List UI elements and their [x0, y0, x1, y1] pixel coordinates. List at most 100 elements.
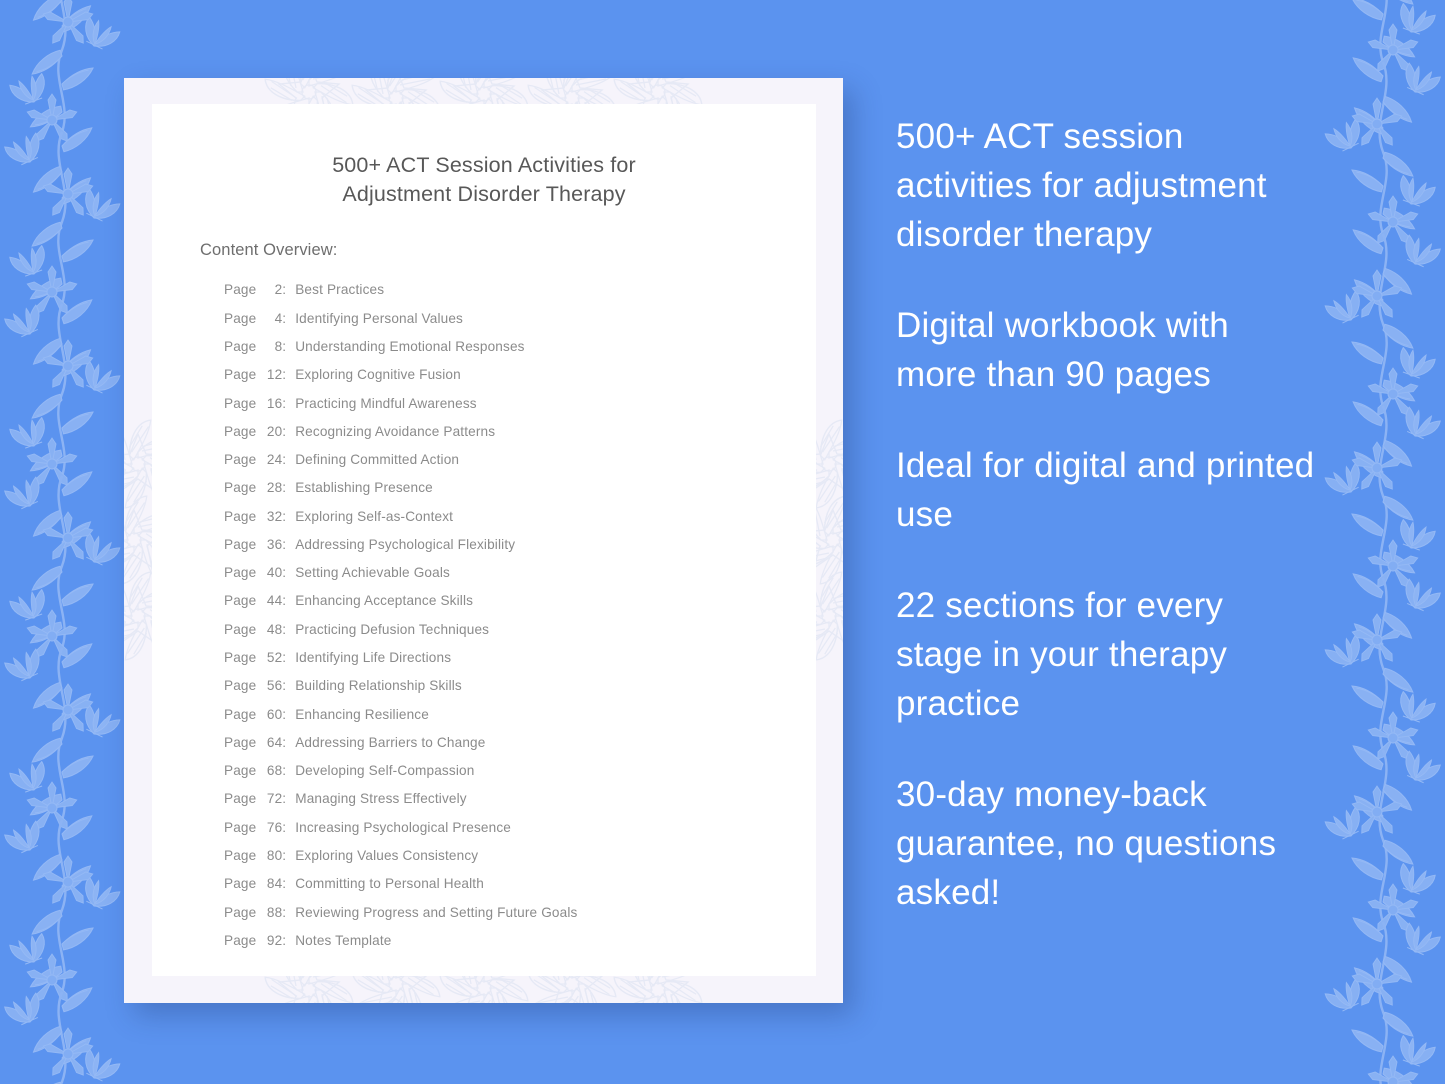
toc-page-number: 24 — [266, 452, 283, 468]
toc-page-word: Page — [224, 650, 261, 666]
toc-page-word: Page — [224, 678, 261, 694]
toc-page-number: 84 — [266, 876, 283, 892]
toc-colon: : — [282, 650, 287, 666]
toc-colon: : — [282, 536, 287, 552]
toc-section-title: Reviewing Progress and Setting Future Go… — [295, 904, 578, 920]
toc-section-title: Exploring Cognitive Fusion — [295, 367, 461, 383]
toc-page-word: Page — [224, 395, 261, 411]
table-of-contents-item: Page 36: Addressing Psychological Flexibi… — [224, 531, 816, 559]
toc-colon: : — [282, 734, 287, 750]
toc-colon: : — [282, 367, 287, 383]
toc-page-word: Page — [224, 480, 261, 496]
toc-page-number: 88 — [266, 904, 283, 920]
toc-page-word: Page — [224, 310, 261, 326]
table-of-contents-item: Page 48: Practicing Defusion Techniques — [224, 615, 816, 643]
toc-page-label: Page 28: — [224, 481, 295, 495]
toc-colon: : — [282, 593, 287, 609]
toc-page-number: 28 — [266, 480, 283, 496]
toc-page-label: Page 44: — [224, 594, 295, 608]
toc-page-number: 44 — [266, 593, 283, 609]
toc-colon: : — [282, 621, 287, 637]
toc-section-title: Managing Stress Effectively — [295, 791, 467, 807]
toc-page-word: Page — [224, 536, 261, 552]
toc-colon: : — [282, 848, 287, 863]
toc-page-label: Page 36: — [224, 538, 295, 552]
table-of-contents-item: Page 68: Developing Self-Compassion — [224, 757, 816, 785]
toc-colon: : — [282, 508, 287, 524]
marketing-bullet: Ideal for digital and printed use — [896, 446, 1315, 534]
toc-page-label: Page 52: — [224, 651, 295, 665]
toc-section-title: Practicing Defusion Techniques — [295, 621, 490, 637]
toc-page-label: Page 76: — [224, 819, 295, 835]
toc-page-word: Page — [224, 621, 261, 637]
toc-page-number: 4 — [274, 310, 283, 326]
toc-page-word: Page — [224, 791, 261, 807]
table-of-contents-item: Page 72: Managing Stress Effectively — [224, 785, 816, 813]
table-of-contents-item: Page 80: Exploring Values Consistency — [224, 842, 816, 870]
workbook-preview-card: 500+ ACT Session Activities for Adjustme… — [124, 78, 843, 1003]
workbook-page-sheet: 500+ ACT Session Activities for Adjustme… — [152, 104, 816, 976]
toc-page-label: Page 8: — [224, 340, 295, 354]
table-of-contents-item: Page 24: Defining Committed Action — [224, 446, 816, 474]
toc-page-number: 40 — [266, 565, 283, 581]
floral-vine-border-left — [0, 0, 125, 1084]
toc-page-label: Page 80: — [224, 849, 295, 863]
toc-page-label: Page 32: — [224, 508, 295, 524]
toc-section-title: Recognizing Avoidance Patterns — [295, 423, 496, 439]
table-of-contents-item: Page 12: Exploring Cognitive Fusion — [224, 361, 816, 389]
toc-section-title: Establishing Presence — [295, 480, 433, 496]
toc-page-number: 36 — [266, 536, 283, 552]
toc-colon: : — [282, 452, 287, 468]
toc-page-label: Page 40: — [224, 566, 295, 580]
toc-colon: : — [282, 678, 287, 694]
floral-vine-icon-right — [1320, 0, 1445, 1084]
toc-colon: : — [282, 423, 287, 439]
table-of-contents-item: Page 64: Addressing Barriers to Change — [224, 729, 816, 757]
toc-page-number: 2 — [274, 282, 283, 298]
toc-page-number: 76 — [266, 819, 283, 835]
marketing-bullet-column: 500+ ACT session activities for adjustme… — [896, 112, 1316, 917]
toc-page-word: Page — [224, 848, 261, 863]
toc-page-number: 80 — [266, 848, 283, 863]
toc-page-word: Page — [224, 338, 261, 354]
table-of-contents-item: Page 56: Building Relationship Skills — [224, 672, 816, 700]
toc-page-label: Page 92: — [224, 934, 295, 948]
toc-page-label: Page 16: — [224, 395, 295, 411]
toc-colon: : — [282, 904, 287, 920]
toc-section-title: Committing to Personal Health — [295, 876, 484, 892]
marketing-bullet: 22 sections for every stage in your ther… — [896, 586, 1228, 723]
toc-page-number: 32 — [266, 508, 283, 524]
toc-section-title: Enhancing Acceptance Skills — [295, 593, 474, 609]
toc-page-label: Page 48: — [224, 621, 295, 637]
toc-page-number: 52 — [266, 650, 283, 666]
toc-page-number: 92 — [266, 932, 283, 948]
table-of-contents-item: Page 16: Practicing Mindful Awareness — [224, 389, 816, 417]
toc-page-label: Page 84: — [224, 877, 295, 891]
table-of-contents-item: Page 92: Notes Template — [224, 927, 816, 955]
toc-page-number: 20 — [266, 423, 283, 439]
toc-page-number: 68 — [266, 763, 283, 779]
toc-section-title: Identifying Personal Values — [295, 310, 463, 326]
toc-colon: : — [282, 395, 287, 411]
toc-section-title: Exploring Values Consistency — [295, 848, 479, 863]
toc-page-label: Page 60: — [224, 706, 295, 722]
toc-colon: : — [282, 480, 287, 496]
table-of-contents-item: Page 4: Identifying Personal Values — [224, 304, 816, 332]
toc-page-number: 48 — [266, 621, 283, 637]
toc-section-title: Exploring Self-as-Context — [295, 508, 454, 524]
marketing-bullet: 30-day money-back guarantee, no question… — [896, 775, 1277, 912]
toc-page-word: Page — [224, 423, 261, 439]
floral-vine-icon-left — [0, 0, 125, 1084]
table-of-contents-item: Page 32: Exploring Self-as-Context — [224, 502, 816, 530]
toc-page-word: Page — [224, 282, 261, 298]
toc-section-title: Addressing Barriers to Change — [295, 734, 486, 750]
floral-vine-border-right — [1320, 0, 1445, 1084]
table-of-contents-item: Page 2: Best Practices — [224, 276, 816, 304]
content-overview-label: Content Overview: — [200, 241, 338, 260]
table-of-contents-item: Page 76: Increasing Psychological Presenc… — [224, 813, 816, 841]
page-title-line-2: Adjustment Disorder Therapy — [342, 182, 626, 207]
toc-page-number: 72 — [266, 791, 283, 807]
toc-colon: : — [282, 706, 287, 722]
table-of-contents-item: Page 84: Committing to Personal Health — [224, 870, 816, 898]
table-of-contents-item: Page 8: Understanding Emotional Responses — [224, 333, 816, 361]
